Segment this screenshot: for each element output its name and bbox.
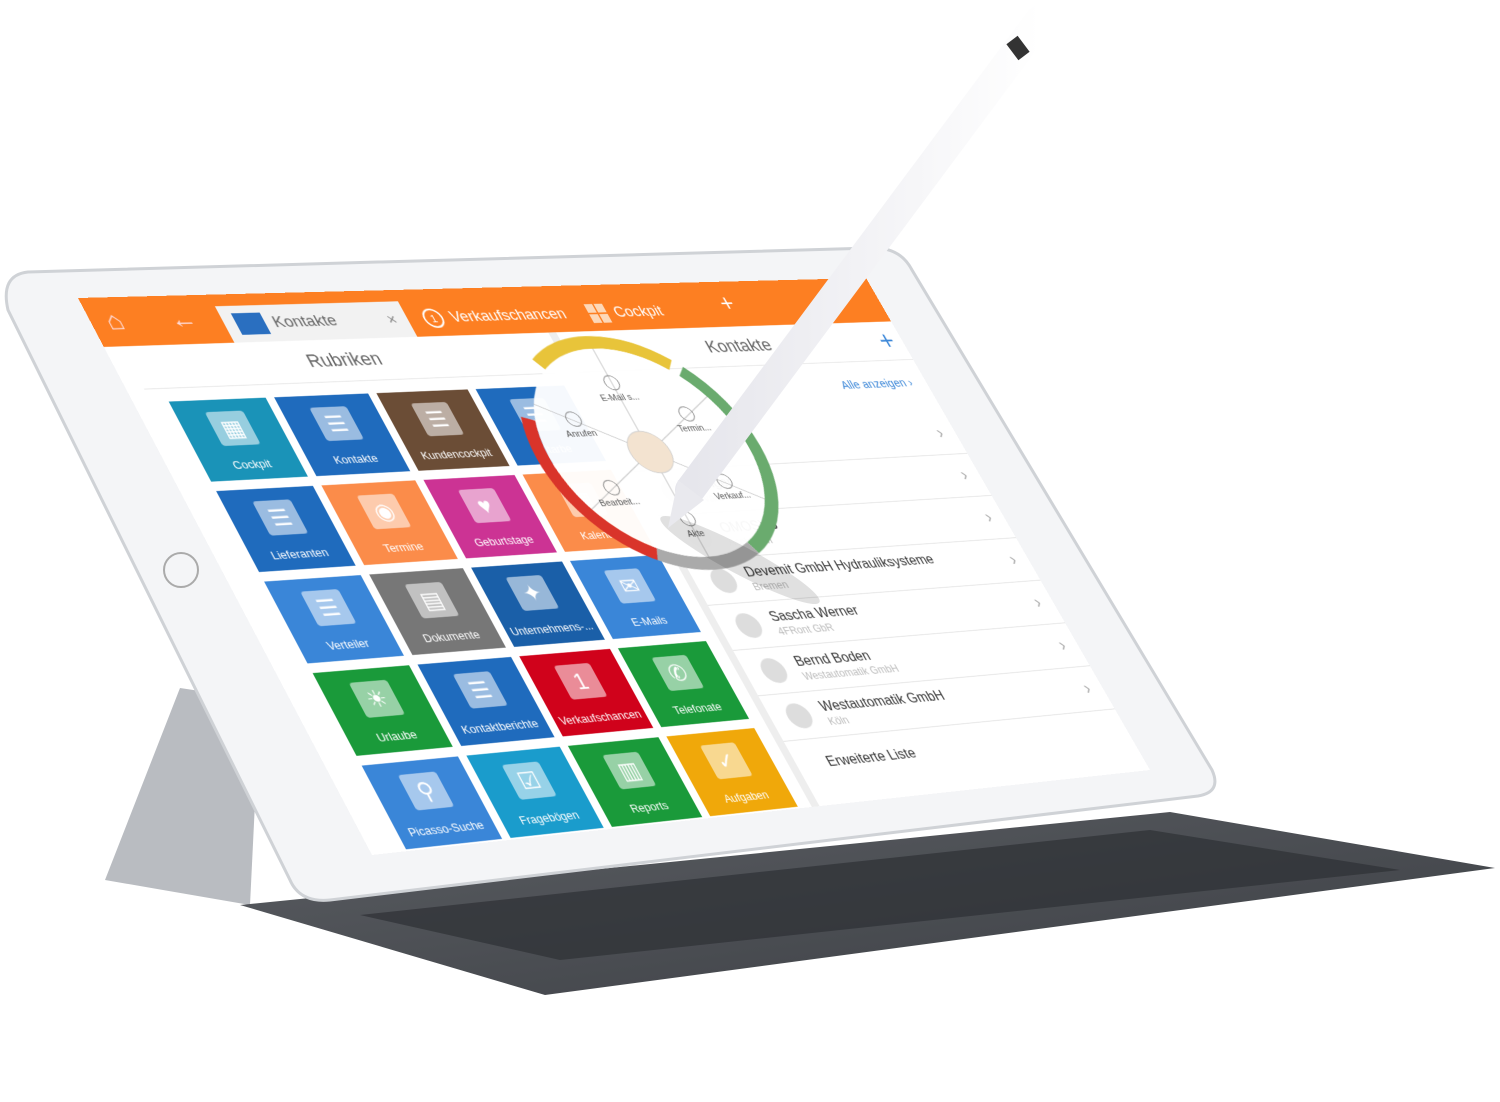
close-tab-icon[interactable]: ×: [383, 311, 401, 328]
tile-icon: ☰: [300, 589, 356, 626]
chevron-right-icon: ›: [932, 423, 949, 443]
tile-label: Verteiler: [324, 636, 372, 652]
tile-icon: ✓: [700, 742, 753, 779]
tile-icon: 1: [554, 663, 608, 700]
tile-label: Fragebögen: [516, 808, 581, 827]
panel-title: Kontakte: [701, 335, 776, 357]
tab-kontakte[interactable]: Kontakte ×: [215, 301, 417, 342]
tile-icon: ☀: [349, 680, 405, 718]
tile-label: Kontaktberichte: [459, 717, 541, 737]
tile-label: E-Mails: [629, 613, 670, 628]
tab-cockpit[interactable]: Cockpit: [579, 294, 672, 331]
tab-label: Cockpit: [610, 303, 667, 322]
coin-icon: 1: [418, 308, 448, 328]
tile-icon: ☰: [411, 402, 465, 436]
tile-label: Lieferanten: [268, 546, 331, 562]
tile-icon: ☰: [252, 499, 308, 535]
home-icon[interactable]: ⌂: [100, 309, 129, 335]
tile-icon: ⚲: [398, 771, 455, 810]
tile-label: Verkaufschancen: [556, 707, 644, 727]
tile-icon: ♥: [458, 488, 512, 523]
tile-label: Aufgaben: [721, 788, 772, 805]
radial-item-1[interactable]: E-Mail s...: [599, 393, 642, 404]
tile-label: Dokumente: [420, 628, 482, 645]
contact-avatar: [756, 657, 793, 684]
cockpit-icon: [584, 304, 613, 323]
tile-label: Geburtstage: [471, 533, 536, 549]
show-all-link[interactable]: Alle anzeigen ›: [838, 376, 916, 392]
tile-label: Cockpit: [230, 457, 274, 472]
contact-avatar: [730, 612, 767, 638]
tile-icon: ☰: [453, 671, 508, 709]
tile-label: Picasso-Suche: [405, 818, 487, 839]
tab-label: Verkaufschancen: [446, 306, 570, 327]
arrow-left-icon[interactable]: ←: [163, 307, 202, 333]
tile-label: Unternehmens-...: [507, 619, 595, 638]
tile-label: Urlaube: [374, 728, 420, 745]
contact-card-icon: [231, 313, 271, 335]
tile-label: Telefonate: [670, 700, 724, 717]
tile-icon: ✆: [651, 655, 704, 691]
tab-verkaufschancen[interactable]: 1 Verkaufschancen: [414, 297, 575, 336]
tile-label: Termine: [381, 540, 427, 555]
tile-icon: ☰: [309, 406, 364, 441]
tile-icon: ◉: [356, 494, 411, 530]
tile-icon: ▦: [205, 411, 261, 446]
tile-icon: ▤: [404, 582, 459, 619]
contact-avatar: [781, 702, 818, 729]
tile-label: Kontakte: [331, 452, 381, 467]
tile-label: Reports: [627, 799, 671, 816]
tile-icon: ▥: [602, 752, 656, 790]
tile-icon: ✦: [505, 575, 559, 611]
add-tab-button[interactable]: +: [714, 292, 740, 315]
radial-item-2[interactable]: Termin...: [677, 424, 714, 435]
tab-label: Kontakte: [269, 312, 341, 332]
radial-item-0[interactable]: Anrufen: [564, 429, 599, 440]
tile-label: Kundencockpit: [418, 446, 494, 462]
radial-item-3[interactable]: Verkauf...: [713, 491, 753, 503]
tile-icon: ☑: [502, 761, 557, 799]
